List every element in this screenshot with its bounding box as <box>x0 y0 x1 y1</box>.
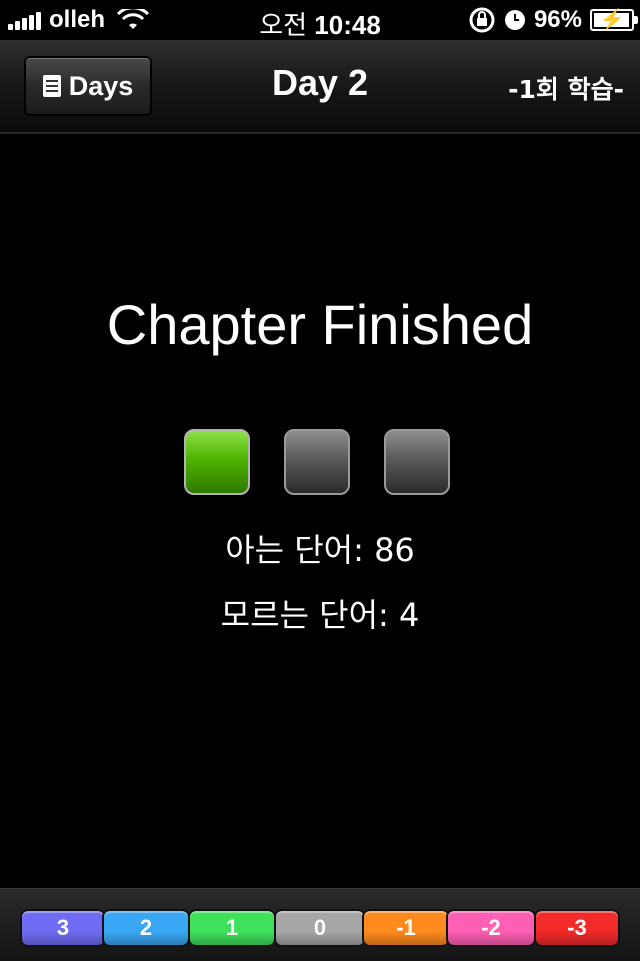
rating-button-2[interactable]: 2 <box>102 909 190 947</box>
rating-button-1[interactable]: 1 <box>188 909 276 947</box>
progress-indicator-3 <box>384 429 450 495</box>
rating-label: 3 <box>56 915 70 940</box>
time-label: 10:48 <box>314 10 381 40</box>
rating-button-3[interactable]: 3 <box>20 909 106 947</box>
rating-button-minus-2[interactable]: -2 <box>446 909 536 947</box>
unknown-words-count: 모르는 단어: 4 <box>220 596 420 634</box>
rating-bar: 3 2 1 0 -1 -2 -3 <box>0 888 640 961</box>
rating-label: 2 <box>139 915 153 940</box>
status-right: 96% ⚡ <box>468 6 638 34</box>
progress-indicators <box>184 429 450 495</box>
rating-button-minus-3[interactable]: -3 <box>534 909 620 947</box>
rating-label: -3 <box>567 915 587 940</box>
study-count-label: -1회 학습- <box>508 75 624 104</box>
progress-indicator-1 <box>184 429 250 495</box>
rating-label: 1 <box>225 915 239 940</box>
battery-icon: ⚡ <box>590 9 638 31</box>
navigation-bar: Days Day 2 -1회 학습- <box>0 40 640 134</box>
rating-label: -2 <box>481 915 501 940</box>
alarm-icon <box>504 10 525 30</box>
status-bar: olleh 오전 10:48 96% ⚡ <box>0 0 640 40</box>
rating-label: -1 <box>396 915 416 940</box>
rating-button-minus-1[interactable]: -1 <box>362 909 450 947</box>
battery-percent: 96% <box>533 6 582 33</box>
rotation-lock-icon <box>469 7 495 33</box>
time-prefix: 오전 <box>259 10 308 40</box>
known-words-count: 아는 단어: 86 <box>225 531 415 569</box>
chapter-finished-heading: Chapter Finished <box>106 293 534 356</box>
rating-button-0[interactable]: 0 <box>274 909 366 947</box>
progress-indicator-2 <box>284 429 350 495</box>
rating-label: 0 <box>313 915 327 940</box>
